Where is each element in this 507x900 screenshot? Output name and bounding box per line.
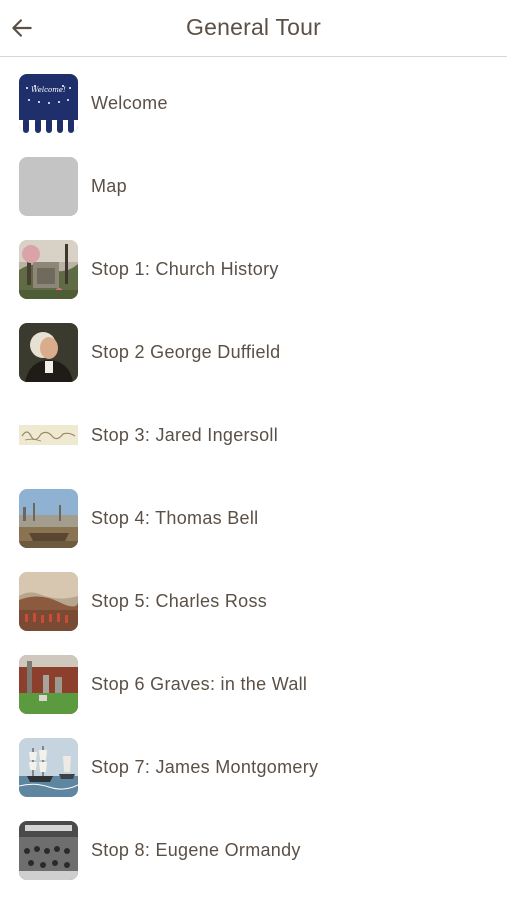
harbor-thumbnail (19, 489, 78, 548)
tour-item-label: Map (91, 176, 127, 196)
page-title: General Tour (186, 14, 321, 40)
tour-item-stop-6[interactable]: Stop 6 Graves: in the Wall (0, 638, 507, 721)
tour-item-label: Stop 5: Charles Ross (91, 591, 268, 611)
tour-item-label: Stop 2 George Duffield (91, 342, 281, 362)
tour-item-label: Stop 4: Thomas Bell (91, 508, 259, 528)
tour-item-stop-7[interactable]: Stop 7: James Montgomery (0, 721, 507, 804)
tour-item-stop-1[interactable]: Stop 1: Church History (0, 223, 507, 306)
tour-item-label: Stop 1: Church History (91, 259, 279, 279)
tour-item-stop-3[interactable]: Stop 3: Jared Ingersoll (0, 389, 507, 472)
map-thumbnail (19, 157, 78, 216)
signature-thumbnail (19, 406, 78, 465)
tour-item-label: Stop 6 Graves: in the Wall (91, 674, 308, 694)
svg-text:Welcome!: Welcome! (31, 86, 66, 94)
graveyard-thumbnail (19, 655, 78, 714)
portrait-thumbnail (19, 323, 78, 382)
tour-item-label: Stop 7: James Montgomery (91, 757, 319, 777)
welcome-thumbnail: Welcome! (19, 74, 78, 133)
tour-item-stop-4[interactable]: Stop 4: Thomas Bell (0, 472, 507, 555)
tour-item-label: Stop 8: Eugene Ormandy (91, 840, 301, 860)
tour-item-welcome[interactable]: Welcome! Welcome (0, 57, 507, 140)
orchestra-thumbnail (19, 821, 78, 880)
tour-item-stop-5[interactable]: Stop 5: Charles Ross (0, 555, 507, 638)
tour-item-label: Stop 3: Jared Ingersoll (91, 425, 279, 445)
tour-item-label: Welcome (91, 93, 168, 113)
ships-thumbnail (19, 738, 78, 797)
churchyard-thumbnail (19, 240, 78, 299)
tour-item-stop-8[interactable]: Stop 8: Eugene Ormandy (0, 804, 507, 887)
battle-thumbnail (19, 572, 78, 631)
tour-stop-list: Welcome! Welcome Map Stop 1: Church Hist… (0, 57, 507, 887)
tour-item-map[interactable]: Map (0, 140, 507, 223)
tour-item-stop-2[interactable]: Stop 2 George Duffield (0, 306, 507, 389)
app-bar: General Tour (0, 0, 507, 57)
